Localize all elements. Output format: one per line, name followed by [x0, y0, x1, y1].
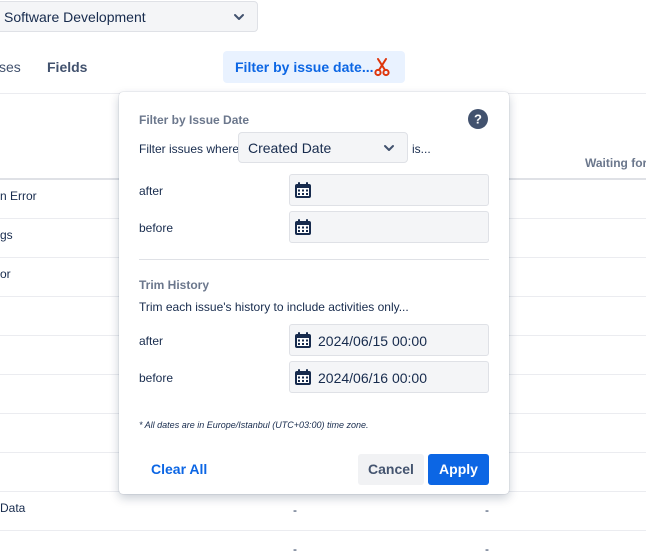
filter-where-label: Filter issues where	[139, 142, 240, 156]
filter-button-label: Filter by issue date...	[235, 59, 374, 75]
after-label: after	[139, 184, 164, 198]
table-row-divider	[0, 530, 646, 531]
trim-after-date-field[interactable]: 2024/06/15 00:00	[289, 324, 489, 356]
before-label: before	[139, 221, 174, 235]
issue-after-date-field[interactable]	[289, 174, 489, 206]
tab-fields[interactable]: Fields	[47, 59, 87, 75]
trim-after-value: 2024/06/15 00:00	[318, 333, 427, 349]
table-cell-value: -	[293, 542, 297, 556]
calendar-icon	[295, 332, 311, 348]
filter-by-issue-date-button[interactable]: Filter by issue date...	[223, 51, 405, 83]
apply-button[interactable]: Apply	[428, 454, 489, 485]
column-header-waiting-for: Waiting for	[585, 156, 646, 170]
calendar-icon	[295, 182, 311, 198]
is-label: is...	[412, 142, 431, 156]
trim-before-date-field[interactable]: 2024/06/16 00:00	[289, 361, 489, 393]
project-select[interactable]: Software Development	[0, 1, 258, 32]
date-type-value: Created Date	[248, 140, 332, 156]
popover-title: Filter by Issue Date	[139, 113, 250, 127]
calendar-icon	[295, 219, 311, 235]
table-cell-value: -	[293, 503, 297, 517]
tab-bar: ses Fields Filter by issue date...	[0, 50, 646, 90]
scissors-icon[interactable]	[373, 57, 391, 77]
tab-statuses[interactable]: ses	[0, 59, 21, 75]
chevron-down-icon	[384, 145, 394, 151]
cancel-button[interactable]: Cancel	[358, 454, 424, 485]
filter-by-issue-date-popover: Filter by Issue Date ? Filter issues whe…	[119, 92, 509, 494]
table-row-label: or	[0, 267, 11, 281]
trim-before-label: before	[139, 371, 174, 385]
trim-history-title: Trim History	[139, 278, 210, 292]
project-select-value: Software Development	[4, 9, 146, 25]
trim-history-description: Trim each issue's history to include act…	[139, 300, 409, 314]
table-row-label: Data	[0, 501, 26, 515]
clear-all-button[interactable]: Clear All	[139, 453, 219, 485]
table-cell-value: -	[485, 503, 489, 517]
help-icon[interactable]: ?	[468, 109, 488, 129]
calendar-icon	[295, 369, 311, 385]
popover-divider	[139, 259, 489, 260]
table-cell-value: -	[485, 542, 489, 556]
issue-before-date-field[interactable]	[289, 211, 489, 243]
table-row-label: n Error	[0, 189, 37, 203]
trim-after-label: after	[139, 334, 164, 348]
chevron-down-icon	[234, 14, 244, 20]
svg-text:?: ?	[474, 112, 482, 127]
date-type-select[interactable]: Created Date	[238, 132, 408, 163]
table-row-label: gs	[0, 228, 13, 242]
trim-before-value: 2024/06/16 00:00	[318, 370, 427, 386]
timezone-note: * All dates are in Europe/Istanbul (UTC+…	[139, 420, 369, 430]
